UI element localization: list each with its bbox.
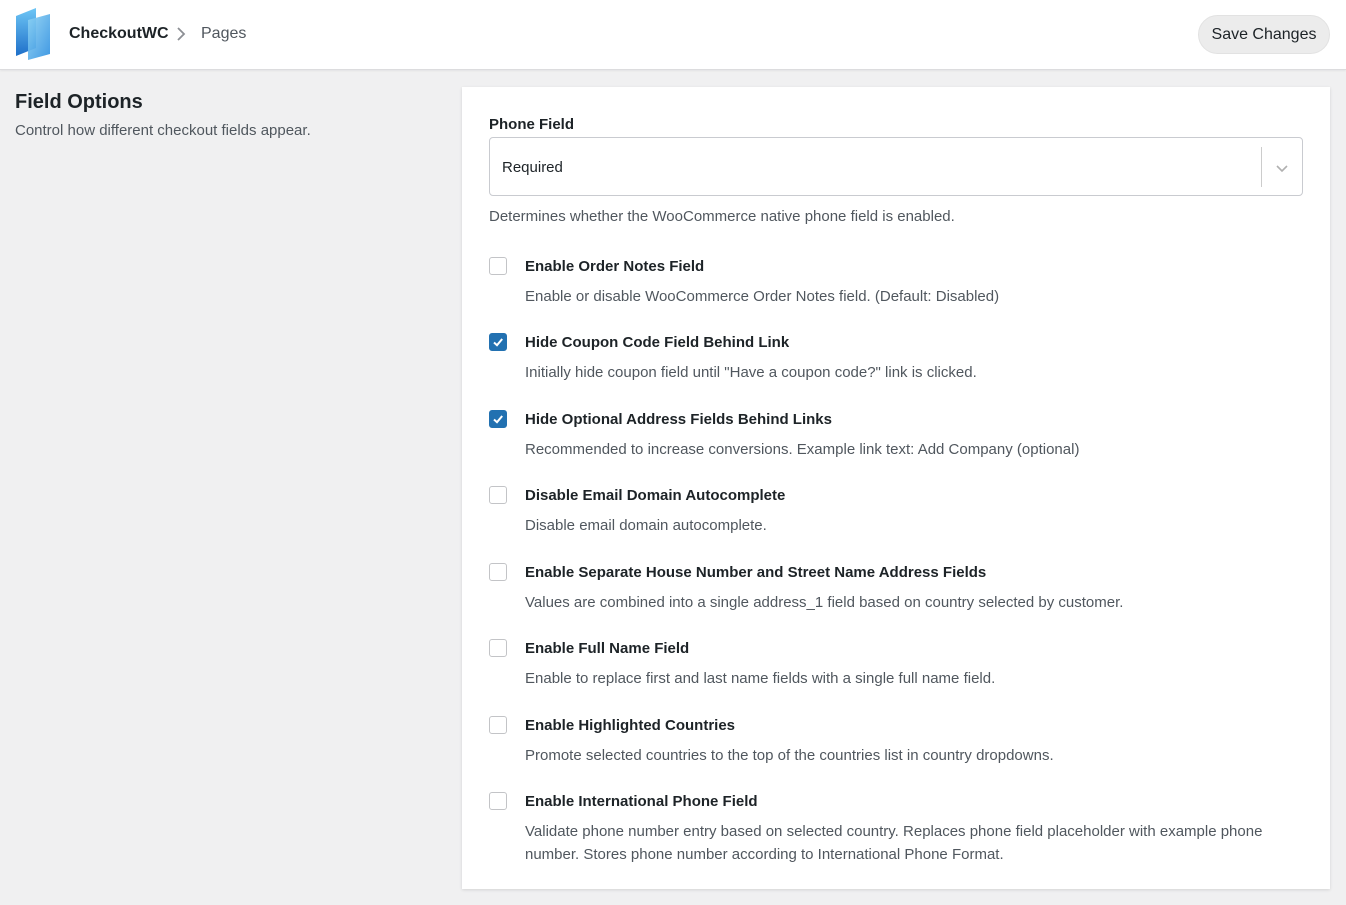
option-title: Enable International Phone Field [525,793,758,810]
brand-name[interactable]: CheckoutWC [69,25,169,43]
option-title: Enable Highlighted Countries [525,717,736,734]
option-description: Disable email domain autocomplete. [525,517,767,534]
full-name-checkbox[interactable] [489,639,507,657]
email-autocomplete-checkbox[interactable] [489,486,507,504]
option-title: Enable Full Name Field [525,640,690,657]
option-title: Enable Order Notes Field [525,258,705,275]
option-description: Promote selected countries to the top of… [525,747,1054,764]
option-description: Enable or disable WooCommerce Order Note… [525,288,1000,305]
checkmark-icon [493,338,503,347]
select-divider [1261,147,1262,187]
chevron-down-icon[interactable] [1274,160,1290,176]
international-phone-checkbox[interactable] [489,792,507,810]
option-description: Enable to replace first and last name fi… [525,670,996,687]
save-changes-button[interactable]: Save Changes [1198,15,1330,54]
option-title: Hide Optional Address Fields Behind Link… [525,411,832,428]
hide-coupon-checkbox[interactable] [489,333,507,351]
option-title: Hide Coupon Code Field Behind Link [525,334,790,351]
option-description: Initially hide coupon field until "Have … [525,364,977,381]
top-bar: CheckoutWC Pages Save Changes [0,0,1346,70]
phone-field-select[interactable]: Required [489,137,1303,196]
option-title: Disable Email Domain Autocomplete [525,487,786,504]
breadcrumb-current-page: Pages [201,25,247,42]
option-description: Validate phone number entry based on sel… [525,823,1263,863]
order-notes-checkbox[interactable] [489,257,507,275]
option-description: Recommended to increase conversions. Exa… [525,441,1080,458]
settings-card: Phone Field Required Determines whether … [462,87,1330,889]
section-description: Control how different checkout fields ap… [15,122,311,139]
section-title: Field Options [15,91,143,113]
option-description: Values are combined into a single addres… [525,594,1124,611]
checkmark-icon [493,415,503,424]
highlighted-countries-checkbox[interactable] [489,716,507,734]
chevron-right-icon [175,26,187,42]
checkoutwc-logo-icon[interactable] [14,6,52,62]
separate-house-number-checkbox[interactable] [489,563,507,581]
hide-optional-address-checkbox[interactable] [489,410,507,428]
phone-field-label: Phone Field [489,116,575,133]
phone-field-selected-value: Required [502,159,563,176]
phone-field-help: Determines whether the WooCommerce nativ… [489,208,955,225]
option-title: Enable Separate House Number and Street … [525,564,987,581]
